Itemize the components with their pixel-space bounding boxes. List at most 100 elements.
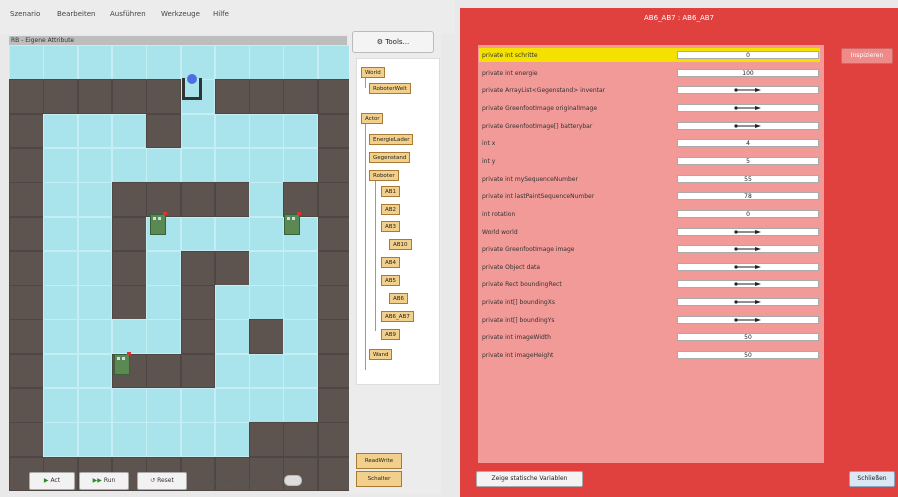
field-reference-value[interactable] xyxy=(677,86,819,95)
class-roboterwelt[interactable]: RoboterWelt xyxy=(369,83,411,94)
field-name[interactable]: private Object data xyxy=(482,264,540,271)
class-gegenstand[interactable]: Gegenstand xyxy=(369,152,411,163)
class-actor[interactable]: Actor xyxy=(361,113,384,124)
class-roboter[interactable]: Roboter xyxy=(369,170,399,181)
class-ab10[interactable]: AB10 xyxy=(389,239,412,250)
field-name[interactable]: private int schritte xyxy=(482,52,538,59)
floor-tile xyxy=(43,45,79,80)
floor-tile xyxy=(146,388,181,423)
field-name[interactable]: private GreenfootImage[] batterybar xyxy=(482,123,592,130)
floor-tile xyxy=(249,250,284,286)
wall-tile xyxy=(317,422,353,458)
field-reference-value[interactable] xyxy=(677,262,819,271)
field-reference-value[interactable] xyxy=(677,280,819,289)
floor-tile xyxy=(317,45,353,80)
floor-tile xyxy=(283,45,319,80)
floor-tile xyxy=(249,216,284,252)
field-name[interactable]: int y xyxy=(482,158,495,165)
field-value[interactable]: 78 xyxy=(677,192,819,201)
charger-icon[interactable] xyxy=(179,73,205,103)
wall-tile xyxy=(317,250,353,286)
class-wand[interactable]: Wand xyxy=(369,349,393,360)
field-value[interactable]: 0 xyxy=(677,51,819,59)
field-name[interactable]: private GreenfootImage image xyxy=(482,246,574,253)
robot-actor[interactable] xyxy=(281,210,301,236)
field-reference-value[interactable] xyxy=(677,315,819,324)
field-name[interactable]: int rotation xyxy=(482,211,515,218)
field-value[interactable]: 50 xyxy=(677,351,819,360)
class-energielader[interactable]: EnergieLader xyxy=(369,134,414,145)
field-reference-value[interactable] xyxy=(677,298,819,307)
floor-tile xyxy=(180,216,216,252)
floor-tile xyxy=(214,388,250,423)
floor-tile xyxy=(77,216,113,252)
field-reference-value[interactable] xyxy=(677,121,819,130)
reference-arrow-icon xyxy=(734,105,761,110)
field-name[interactable]: private int[] boundingYs xyxy=(482,317,555,324)
field-value[interactable]: 0 xyxy=(677,209,819,218)
floor-tile xyxy=(283,285,319,320)
floor-tile xyxy=(77,147,113,183)
floor-tile xyxy=(77,113,113,149)
menu-tools[interactable]: Werkzeuge xyxy=(161,10,200,18)
show-static-button[interactable]: Zeige statische Variablen xyxy=(476,471,583,487)
field-value[interactable]: 5 xyxy=(677,156,819,165)
class-ab1[interactable]: AB1 xyxy=(381,186,401,197)
schalter-button[interactable]: Schalter xyxy=(356,471,402,487)
robot-actor[interactable] xyxy=(147,210,167,236)
field-name[interactable]: private int[] boundingXs xyxy=(482,299,555,306)
wall-tile xyxy=(111,79,147,115)
field-reference-value[interactable] xyxy=(677,103,819,112)
wall-tile xyxy=(317,113,353,149)
reset-button[interactable]: ↺ Reset xyxy=(137,472,187,490)
run-button[interactable]: ▶▶ Run xyxy=(79,472,129,490)
class-ab5[interactable]: AB5 xyxy=(381,275,401,286)
field-name[interactable]: int x xyxy=(482,140,495,147)
floor-tile xyxy=(77,353,113,389)
field-value[interactable]: 100 xyxy=(677,68,819,77)
menu-run[interactable]: Ausführen xyxy=(110,10,146,18)
field-reference-value[interactable] xyxy=(677,245,819,254)
menu-help[interactable]: Hilfe xyxy=(213,10,229,18)
field-name[interactable]: private int energie xyxy=(482,70,538,77)
tree-connector xyxy=(365,78,366,88)
class-ab3[interactable]: AB3 xyxy=(381,221,401,232)
field-value[interactable]: 4 xyxy=(677,139,819,148)
act-button[interactable]: ▶ Act xyxy=(29,472,75,490)
reference-arrow-icon xyxy=(734,300,761,305)
close-button[interactable]: Schließen xyxy=(849,471,895,487)
field-value[interactable]: 55 xyxy=(677,174,819,183)
floor-tile xyxy=(214,147,250,183)
inspect-button[interactable]: Inspizieren xyxy=(841,48,893,64)
world-title: RB - Eigene Attribute xyxy=(9,36,347,45)
field-name[interactable]: World world xyxy=(482,229,518,236)
floor-tile xyxy=(77,285,113,320)
wall-tile xyxy=(180,182,216,217)
field-name[interactable]: private int imageHeight xyxy=(482,352,553,359)
field-name[interactable]: private GreenfootImage originalImage xyxy=(482,105,597,112)
readwrite-button[interactable]: ReadWrite xyxy=(356,453,402,469)
field-name[interactable]: private int mySequenceNumber xyxy=(482,176,578,183)
menu-scenario[interactable]: Szenario xyxy=(10,10,40,18)
class-ab4[interactable]: AB4 xyxy=(381,257,401,268)
field-name[interactable]: private int lastPaintSequenceNumber xyxy=(482,193,594,200)
field-reference-value[interactable] xyxy=(677,227,819,236)
class-world[interactable]: World xyxy=(361,67,385,78)
tools-button[interactable]: ⚙ Tools... xyxy=(352,31,434,53)
speed-slider[interactable] xyxy=(284,475,302,486)
floor-tile xyxy=(111,319,147,355)
class-ab6[interactable]: AB6 xyxy=(389,293,409,304)
field-name[interactable]: private Rect boundingRect xyxy=(482,281,562,288)
class-ab9[interactable]: AB9 xyxy=(381,329,401,340)
class-ab6_ab7[interactable]: AB6_AB7 xyxy=(381,311,414,322)
robot-actor[interactable] xyxy=(111,350,131,376)
menu-edit[interactable]: Bearbeiten xyxy=(57,10,95,18)
field-name[interactable]: private ArrayList<Gegenstand> inventar xyxy=(482,87,605,94)
reference-arrow-icon xyxy=(734,247,761,252)
class-ab2[interactable]: AB2 xyxy=(381,204,401,215)
floor-tile xyxy=(249,45,284,80)
world-grid[interactable] xyxy=(9,45,353,492)
wall-tile xyxy=(146,113,181,149)
field-name[interactable]: private int imageWidth xyxy=(482,334,551,341)
field-value[interactable]: 50 xyxy=(677,333,819,342)
